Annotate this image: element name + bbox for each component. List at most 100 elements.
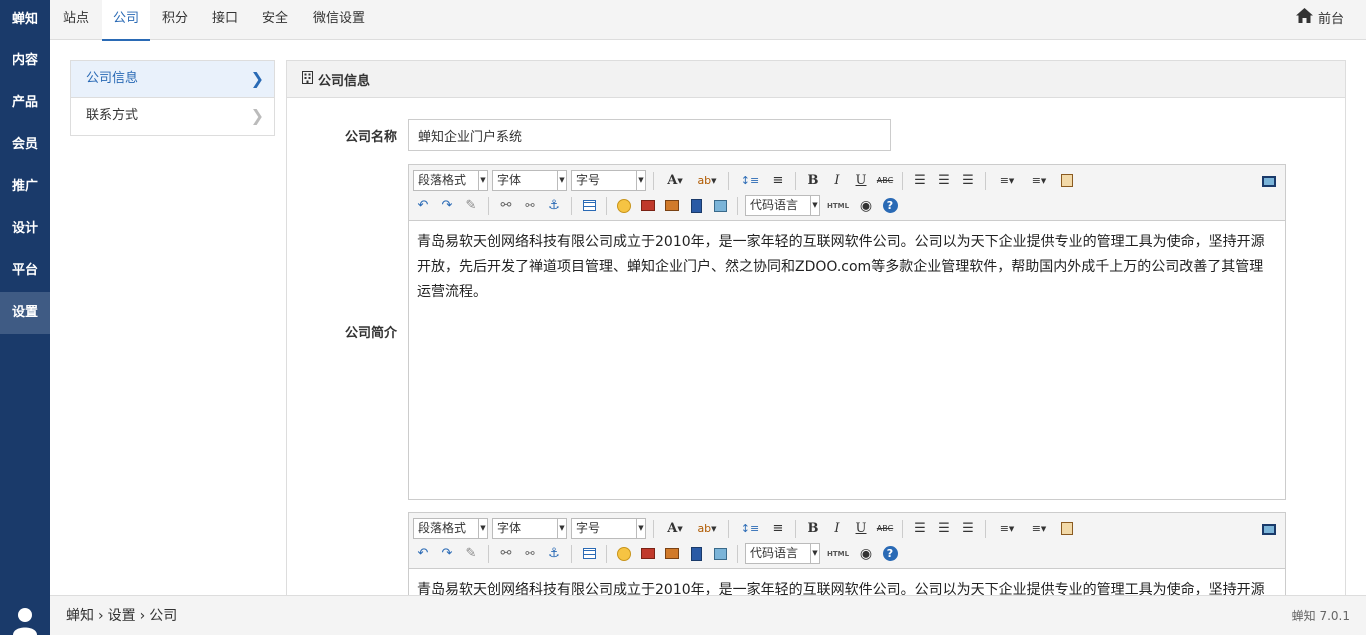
underline-icon[interactable]: U	[851, 171, 871, 191]
panel-header: 公司信息	[287, 61, 1345, 98]
format-icon[interactable]: ≡	[768, 171, 788, 191]
font-color-icon[interactable]: A ▼	[661, 171, 689, 191]
image-icon[interactable]	[638, 196, 658, 216]
sidebar-item-design[interactable]: 设计	[0, 208, 50, 250]
version-label[interactable]: 蝉知 7.0.1	[1292, 596, 1350, 635]
editor-content[interactable]: 青岛易软天创网络科技有限公司成立于2010年，是一家年轻的互联网软件公司。公司以…	[409, 221, 1285, 305]
bold-icon[interactable]: B	[803, 171, 823, 191]
italic-icon[interactable]: I	[827, 171, 847, 191]
undo-icon[interactable]: ↶	[413, 196, 433, 216]
font-family-select[interactable]: 字体 ▼	[492, 518, 567, 539]
sidebar-item-members[interactable]: 会员	[0, 124, 50, 166]
sidebar-item-promotion[interactable]: 推广	[0, 166, 50, 208]
sidebar-item-content[interactable]: 内容	[0, 40, 50, 82]
paste-text-icon[interactable]	[1057, 171, 1077, 191]
breadcrumb-company[interactable]: 公司	[149, 596, 177, 635]
font-size-select[interactable]: 字号 ▼	[571, 170, 646, 191]
table-icon[interactable]	[579, 544, 599, 564]
help-icon[interactable]: ?	[880, 196, 900, 216]
align-center-icon[interactable]: ☰	[934, 519, 954, 539]
breadcrumb-separator-icon: ›	[98, 608, 104, 624]
link-icon[interactable]: ⚯	[496, 544, 516, 564]
font-size-select[interactable]: 字号 ▼	[571, 518, 646, 539]
submenu-item-contact[interactable]: 联系方式 ❯	[71, 98, 274, 135]
user-avatar-icon[interactable]	[0, 595, 50, 635]
underline-icon[interactable]: U	[851, 519, 871, 539]
html-source-icon[interactable]: HTML	[824, 544, 852, 564]
image-icon[interactable]	[638, 544, 658, 564]
building-icon	[302, 70, 313, 88]
find-icon[interactable]: ◉	[856, 196, 876, 216]
video-icon[interactable]	[686, 196, 706, 216]
chevron-right-icon: ❯	[250, 69, 264, 88]
help-icon[interactable]: ?	[880, 544, 900, 564]
align-right-icon[interactable]: ☰	[958, 519, 978, 539]
paragraph-format-select[interactable]: 段落格式 ▼	[413, 170, 488, 191]
redo-icon[interactable]: ↷	[437, 196, 457, 216]
multi-image-icon[interactable]	[662, 196, 682, 216]
breadcrumb-settings[interactable]: 设置	[108, 596, 136, 635]
tab-api[interactable]: 接口	[200, 0, 250, 40]
clear-format-icon[interactable]: ✎	[461, 544, 481, 564]
bold-icon[interactable]: B	[803, 519, 823, 539]
submenu-item-company-info[interactable]: 公司信息 ❯	[71, 61, 274, 98]
align-right-icon[interactable]: ☰	[958, 171, 978, 191]
paragraph-format-select[interactable]: 段落格式 ▼	[413, 518, 488, 539]
anchor-icon[interactable]: ⚓	[544, 196, 564, 216]
unordered-list-icon[interactable]: ≡ ▼	[1025, 171, 1053, 191]
italic-icon[interactable]: I	[827, 519, 847, 539]
file-manager-icon[interactable]	[710, 196, 730, 216]
table-icon[interactable]	[579, 196, 599, 216]
editor-toolbar: 段落格式 ▼ 字体 ▼ 字号 ▼ A ▼ ab ▼ ↕≡ ≡ B I U ABC ☰ ☰ …	[409, 165, 1285, 221]
tab-company[interactable]: 公司	[102, 0, 150, 41]
link-icon[interactable]: ⚯	[496, 196, 516, 216]
html-source-icon[interactable]: HTML	[824, 196, 852, 216]
line-height-icon[interactable]: ↕≡	[736, 171, 764, 191]
ordered-list-icon[interactable]: ≡ ▼	[993, 519, 1021, 539]
paste-text-icon[interactable]	[1057, 519, 1077, 539]
strikethrough-icon[interactable]: ABC	[875, 519, 895, 539]
tab-site[interactable]: 站点	[50, 0, 102, 40]
anchor-icon[interactable]: ⚓	[544, 544, 564, 564]
tab-points[interactable]: 积分	[150, 0, 200, 40]
tab-wechat-settings[interactable]: 微信设置	[300, 0, 378, 40]
strikethrough-icon[interactable]: ABC	[875, 171, 895, 191]
sidebar-item-settings[interactable]: 设置	[0, 292, 50, 334]
highlight-color-icon[interactable]: ab ▼	[693, 519, 721, 539]
line-height-icon[interactable]: ↕≡	[736, 519, 764, 539]
fullscreen-icon[interactable]	[1259, 519, 1279, 539]
format-icon[interactable]: ≡	[768, 519, 788, 539]
align-center-icon[interactable]: ☰	[934, 171, 954, 191]
highlight-color-icon[interactable]: ab ▼	[693, 171, 721, 191]
clear-format-icon[interactable]: ✎	[461, 196, 481, 216]
code-language-select[interactable]: 代码语言 ▼	[745, 543, 820, 564]
unordered-list-icon[interactable]: ≡ ▼	[1025, 519, 1053, 539]
code-language-select[interactable]: 代码语言 ▼	[745, 195, 820, 216]
rich-text-editor[interactable]: 段落格式 ▼ 字体 ▼ 字号 ▼ A ▼ ab ▼ ↕≡ ≡ B I U ABC ☰ ☰ …	[408, 164, 1286, 500]
sidebar-item-products[interactable]: 产品	[0, 82, 50, 124]
unlink-icon[interactable]: ⚯	[520, 544, 540, 564]
top-nav: 站点 公司 积分 接口 安全 微信设置 前台	[50, 0, 1366, 41]
video-icon[interactable]	[686, 544, 706, 564]
company-name-input[interactable]	[408, 119, 891, 151]
align-left-icon[interactable]: ☰	[910, 519, 930, 539]
front-link[interactable]: 前台	[1295, 0, 1344, 40]
undo-icon[interactable]: ↶	[413, 544, 433, 564]
fullscreen-icon[interactable]	[1259, 171, 1279, 191]
font-family-select[interactable]: 字体 ▼	[492, 170, 567, 191]
sidebar-item-platform[interactable]: 平台	[0, 250, 50, 292]
unlink-icon[interactable]: ⚯	[520, 196, 540, 216]
ordered-list-icon[interactable]: ≡ ▼	[993, 171, 1021, 191]
find-icon[interactable]: ◉	[856, 544, 876, 564]
tab-security[interactable]: 安全	[250, 0, 300, 40]
align-left-icon[interactable]: ☰	[910, 171, 930, 191]
emoticon-icon[interactable]	[614, 196, 634, 216]
emoticon-icon[interactable]	[614, 544, 634, 564]
breadcrumb-home[interactable]: 蝉知	[66, 596, 94, 635]
file-manager-icon[interactable]	[710, 544, 730, 564]
font-color-icon[interactable]: A ▼	[661, 519, 689, 539]
app-logo[interactable]: 蝉知	[0, 0, 50, 40]
redo-icon[interactable]: ↷	[437, 544, 457, 564]
multi-image-icon[interactable]	[662, 544, 682, 564]
front-label: 前台	[1317, 12, 1344, 27]
